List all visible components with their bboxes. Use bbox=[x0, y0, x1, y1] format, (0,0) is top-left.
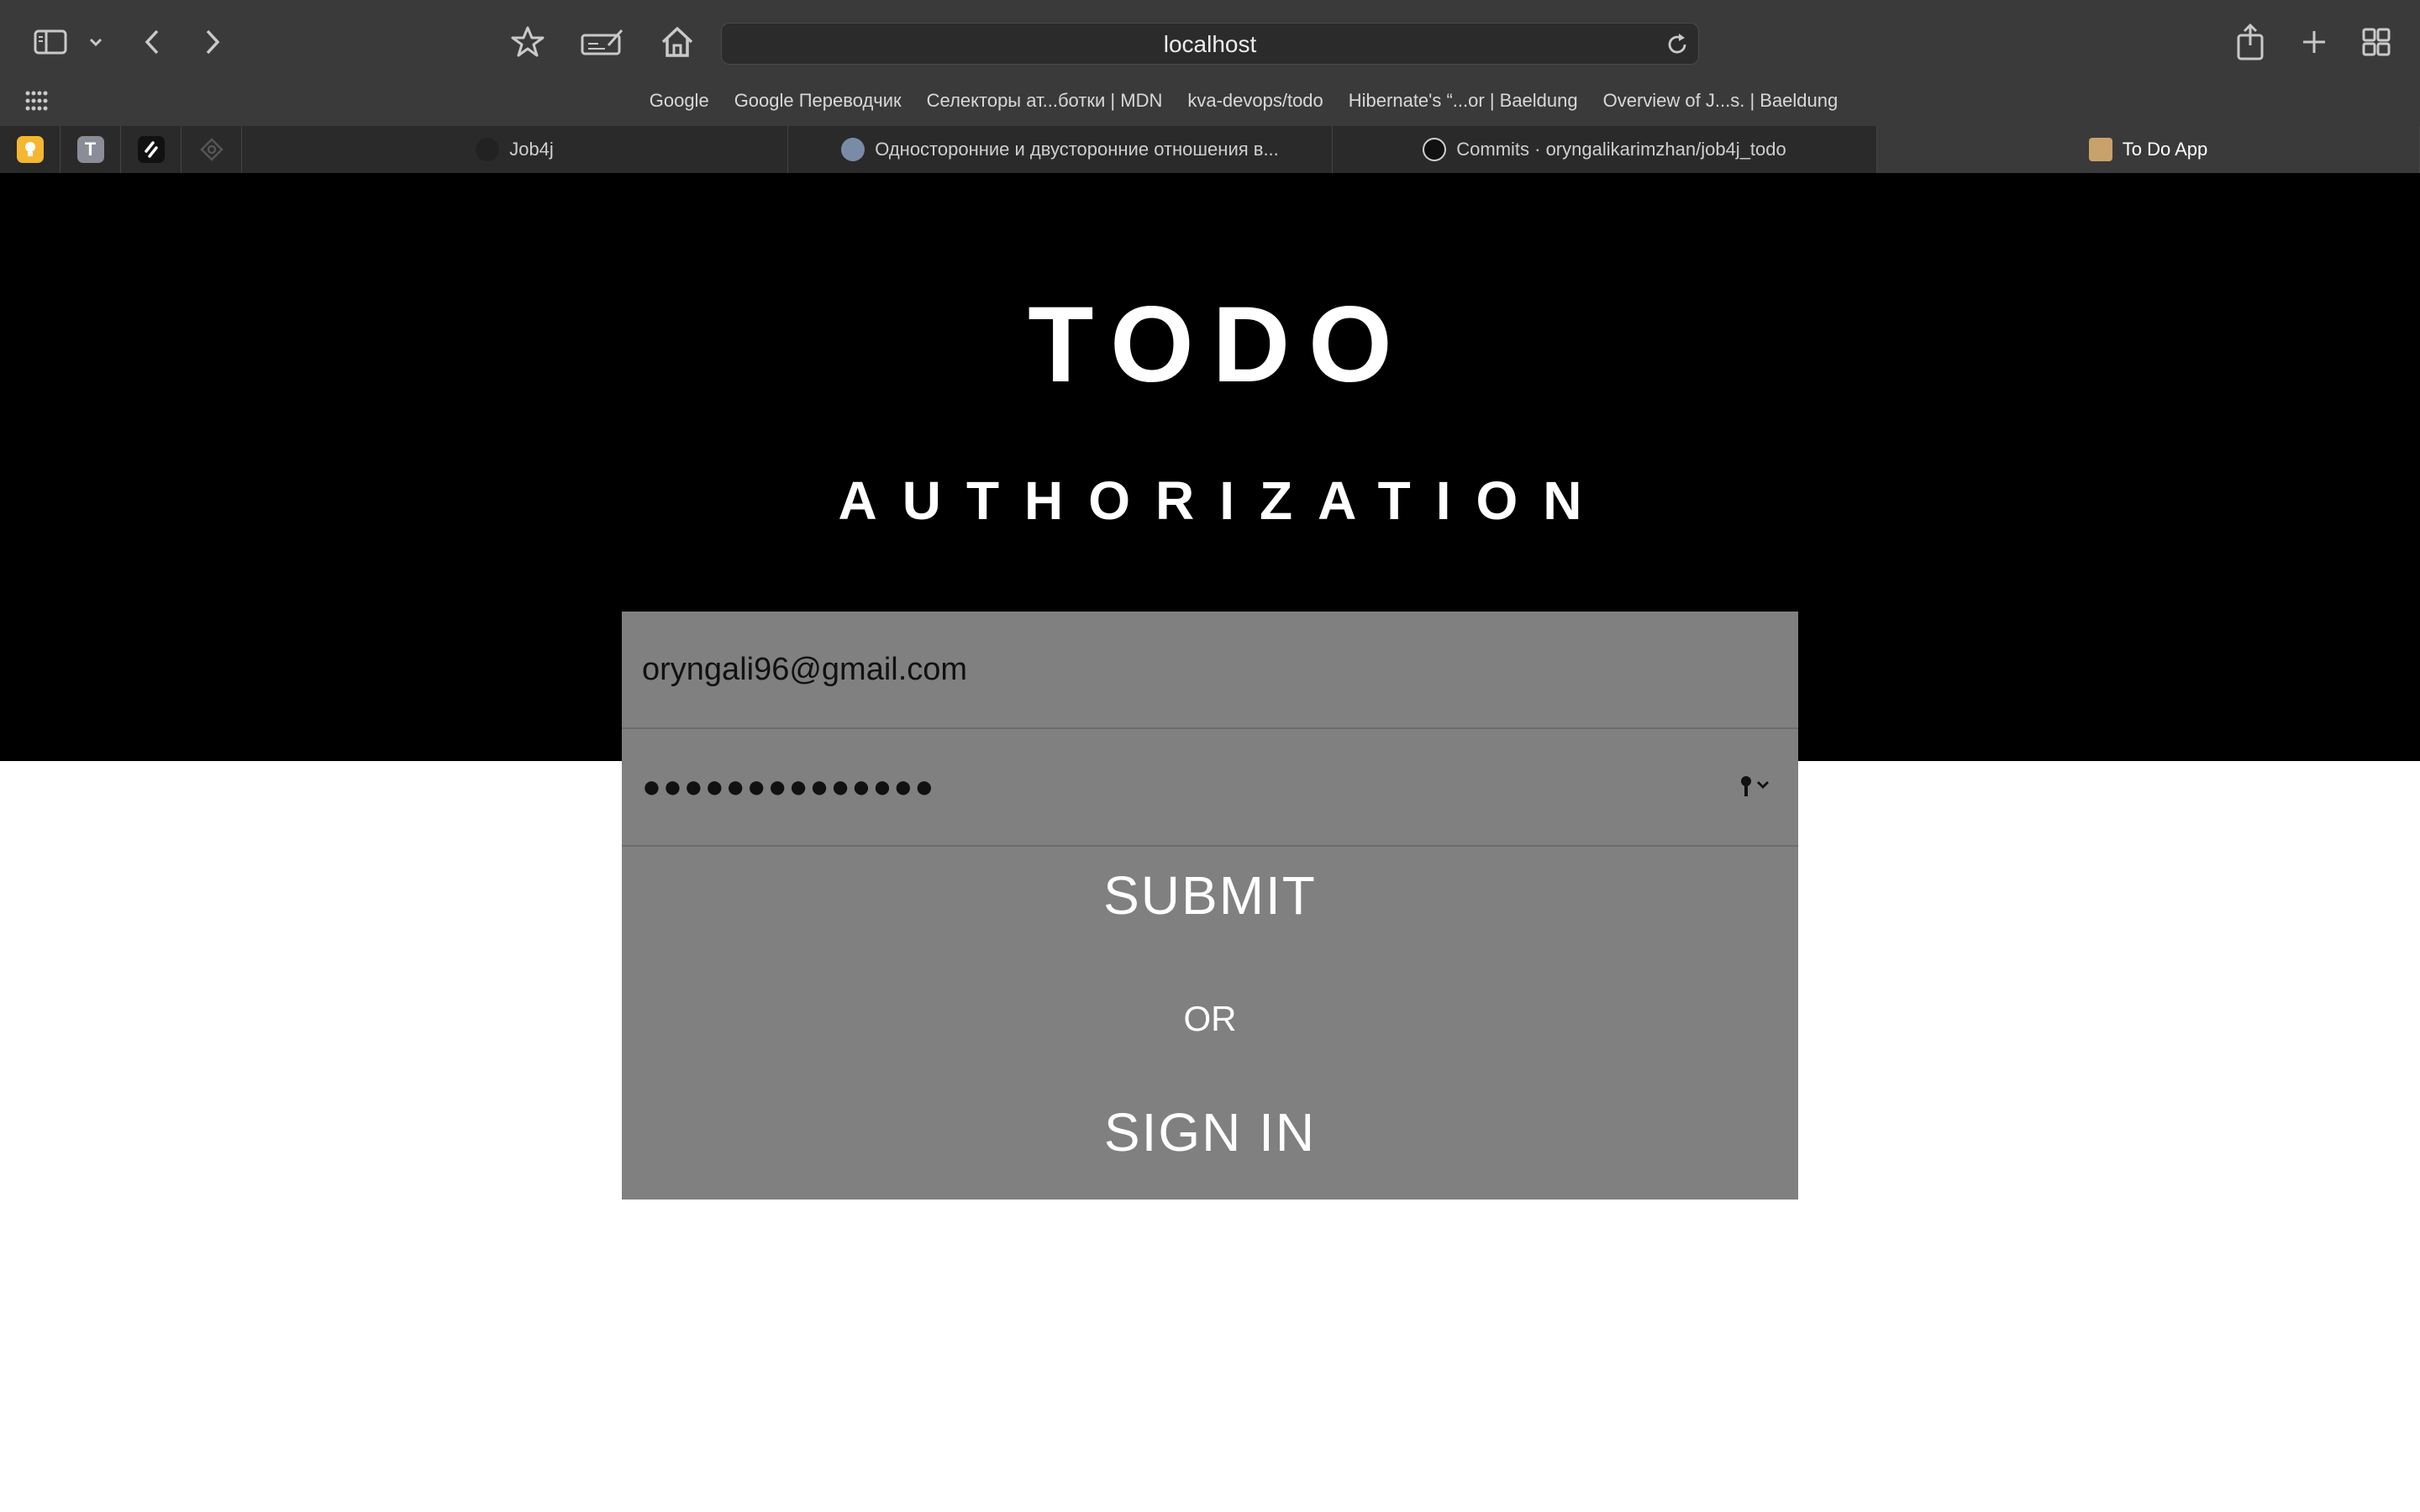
new-tab-icon[interactable] bbox=[2299, 27, 2329, 57]
pinned-tab-slash[interactable] bbox=[121, 126, 182, 173]
slash-icon bbox=[137, 136, 165, 163]
site-favicon-icon bbox=[841, 138, 865, 161]
pinned-tab-crosshair[interactable] bbox=[182, 126, 242, 173]
bookmark-baeldung-hibernate[interactable]: Hibernate's “...or | Baeldung bbox=[1349, 87, 1578, 115]
login-form: ●●●●●●●●●●●●●● SUBMIT OR SIGN IN bbox=[622, 612, 1798, 1200]
pinned-tab-bulb[interactable] bbox=[0, 126, 60, 173]
tab-todo-app[interactable]: To Do App bbox=[1877, 126, 2420, 173]
page-subtitle: AUTHORIZATION bbox=[838, 470, 1607, 531]
bookmark-google[interactable]: Google bbox=[650, 87, 709, 115]
home-icon[interactable] bbox=[660, 25, 694, 59]
bulb-icon bbox=[16, 136, 44, 163]
pinned-tab-t[interactable]: T bbox=[60, 126, 121, 173]
password-field-row: ●●●●●●●●●●●●●● bbox=[622, 729, 1798, 847]
browser-chrome: localhost Google Google Переводчик Селек… bbox=[0, 0, 2420, 173]
reload-icon[interactable] bbox=[1665, 32, 1690, 57]
forward-icon[interactable] bbox=[200, 27, 225, 57]
browser-toolbar: localhost bbox=[0, 0, 2420, 84]
app-favicon-icon bbox=[2088, 138, 2112, 161]
tab-label: Job4j bbox=[509, 139, 554, 160]
sidebar-toggle-icon[interactable] bbox=[34, 29, 67, 55]
or-label: OR bbox=[1183, 999, 1237, 1038]
password-field[interactable]: ●●●●●●●●●●●●●● bbox=[642, 729, 935, 845]
address-text[interactable]: localhost bbox=[722, 24, 1698, 66]
page-content: TODO AUTHORIZATION ●●●●●●●●●●●●●● SUBMIT… bbox=[0, 173, 2420, 1512]
password-key-icon[interactable] bbox=[1739, 771, 1776, 801]
bookmark-google-translate[interactable]: Google Переводчик bbox=[734, 87, 902, 115]
share-icon[interactable] bbox=[2235, 24, 2265, 60]
t-icon: T bbox=[76, 136, 104, 163]
tab-overview-icon[interactable] bbox=[2361, 27, 2391, 57]
tab-label: To Do App bbox=[2122, 139, 2208, 160]
tab-github-commits[interactable]: Commits · oryngalikarimzhan/job4j_todo bbox=[1333, 126, 1877, 173]
tab-relations[interactable]: Односторонние и двусторонние отношения в… bbox=[788, 126, 1333, 173]
tab-label: Односторонние и двусторонние отношения в… bbox=[875, 139, 1279, 160]
reading-list-icon[interactable] bbox=[580, 27, 625, 57]
bookmark-list: Google Google Переводчик Селекторы ат...… bbox=[0, 87, 2420, 115]
submit-button[interactable]: SUBMIT bbox=[622, 849, 1798, 942]
bookmark-star-icon[interactable] bbox=[511, 25, 544, 59]
tab-label: Commits · oryngalikarimzhan/job4j_todo bbox=[1456, 139, 1786, 160]
back-icon[interactable] bbox=[139, 27, 165, 57]
sign-in-button[interactable]: SIGN IN bbox=[622, 1082, 1798, 1183]
crosshair-icon bbox=[198, 136, 225, 163]
tab-bar: T Job4j Односторонние и двусторонние отн… bbox=[0, 126, 2420, 173]
bookmark-baeldung-overview[interactable]: Overview of J...s. | Baeldung bbox=[1603, 87, 1839, 115]
email-field[interactable] bbox=[622, 612, 1798, 727]
chevron-down-icon[interactable] bbox=[87, 34, 104, 50]
address-bar[interactable]: localhost bbox=[721, 23, 1699, 65]
page-title: TODO bbox=[1028, 285, 1411, 405]
bookmark-mdn-selectors[interactable]: Селекторы ат...ботки | MDN bbox=[927, 87, 1163, 115]
coffee-icon bbox=[476, 138, 500, 161]
tab-job4j[interactable]: Job4j bbox=[242, 126, 788, 173]
email-field-row bbox=[622, 612, 1798, 729]
bookmark-kva-devops-todo[interactable]: kva-devops/todo bbox=[1187, 87, 1323, 115]
github-icon bbox=[1423, 138, 1447, 161]
